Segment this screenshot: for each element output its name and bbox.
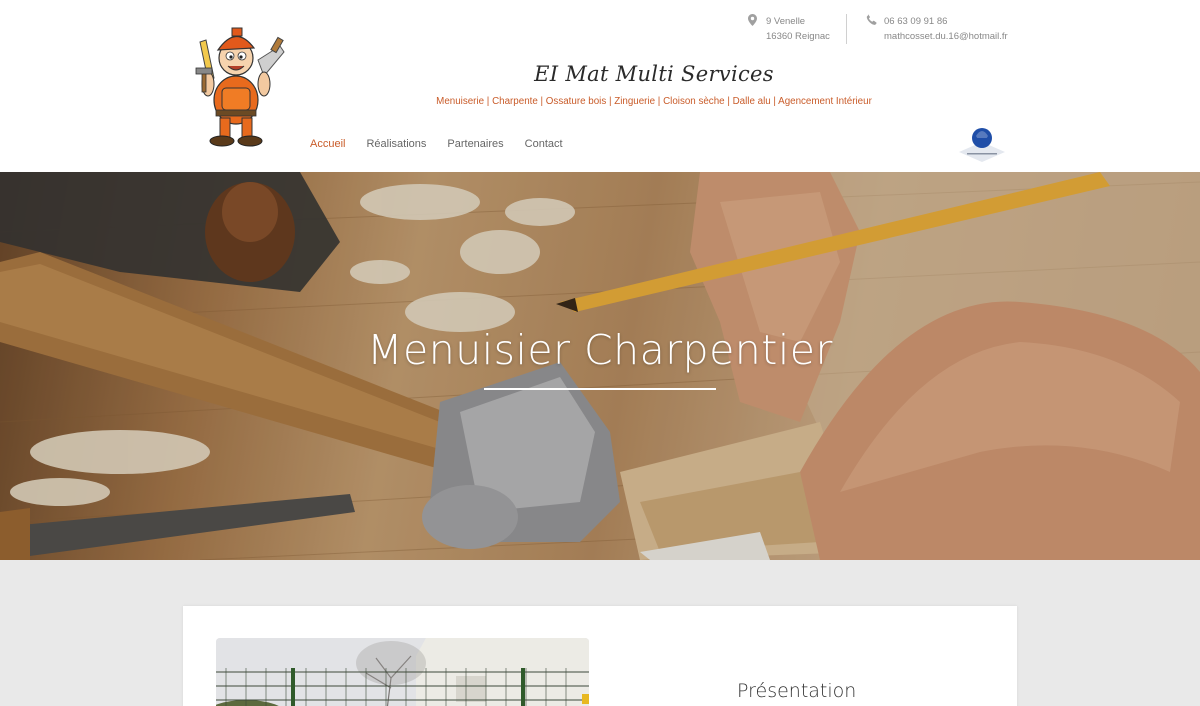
presentation-photo [216, 638, 589, 706]
artisan-badge-logo[interactable] [957, 124, 1007, 164]
nav-item-contact[interactable]: Contact [525, 138, 563, 150]
nav-item-partenaires[interactable]: Partenaires [447, 138, 503, 150]
nav-item-realisations[interactable]: Réalisations [366, 138, 426, 150]
site-title: EI Mat Multi Services [534, 62, 774, 86]
site-tagline: Menuiserie | Charpente | Ossature bois |… [436, 96, 872, 107]
address-line1: 9 Venelle [766, 16, 806, 27]
map-pin-icon [748, 14, 757, 31]
presentation-card: Présentation [183, 606, 1017, 706]
address-line2: 16360 Reignac [766, 31, 830, 42]
email-address[interactable]: mathcosset.du.16@hotmail.fr [884, 29, 1008, 44]
presentation-heading: Présentation [737, 680, 857, 702]
site-logo[interactable] [188, 18, 288, 150]
hero-title: Menuisier Charpentier [367, 326, 833, 374]
hero-divider [484, 388, 716, 390]
phone-number[interactable]: 06 63 09 91 86 [884, 14, 1008, 29]
main-nav: Accueil Réalisations Partenaires Contact [310, 138, 584, 150]
hero-banner: Menuisier Charpentier [0, 172, 1200, 560]
nav-item-accueil[interactable]: Accueil [310, 138, 345, 150]
site-header: 9 Venelle 16360 Reignac 06 63 09 91 86 m… [0, 0, 1200, 172]
contact-divider [846, 14, 847, 44]
phone-icon [866, 14, 877, 30]
